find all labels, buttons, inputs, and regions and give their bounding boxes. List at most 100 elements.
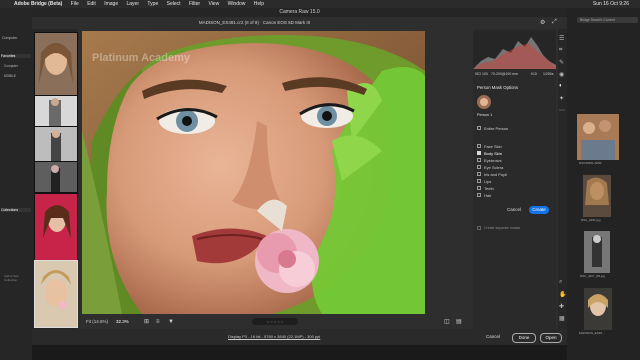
teeth-checkbox[interactable] (477, 186, 481, 190)
filmstrip-thumb-1[interactable] (34, 32, 78, 96)
person-mask-header: Person Mask Options (477, 85, 519, 90)
tool-strip: ☰ ⌗ ✎ ◉ ◐ ✦ ⋯ ⌕ ✋ ✚ ▦ (558, 29, 567, 329)
filmstrip-thumb-2[interactable] (34, 95, 78, 127)
histogram (473, 31, 556, 69)
histogram-iso: ISO 100 (475, 72, 488, 76)
filmstrip-thumb-4[interactable] (34, 161, 78, 193)
teeth-label: Teeth (484, 186, 494, 191)
menu-edit[interactable]: Edit (87, 0, 96, 8)
sort-icon[interactable]: ≡ (156, 316, 160, 328)
filmstrip-thumb-6-selected[interactable] (34, 260, 78, 328)
menu-filter[interactable]: Filter (189, 0, 200, 8)
bridge-thumb-2[interactable] (583, 175, 611, 217)
photo-canvas[interactable]: Platinum Academy (82, 31, 425, 314)
filter-icon[interactable]: ▼ (168, 316, 174, 328)
more-icon[interactable]: ⋯ (559, 107, 565, 114)
menu-clock: Sun 16 Oct 9:26 (592, 1, 629, 7)
eye-sclera-checkbox[interactable] (477, 165, 481, 169)
rating-stars[interactable]: ○ ○ ○ ○ ○ (252, 318, 298, 325)
app-menu[interactable]: Adobe Bridge (Beta) (14, 0, 62, 8)
hair-label: Hair (484, 193, 492, 198)
cancel-button[interactable]: Cancel (482, 333, 504, 341)
eyebrows-label: Eyebrows (484, 158, 502, 163)
before-after-icon[interactable]: ◫ (444, 316, 450, 328)
compare-icon[interactable]: ⊞ (144, 316, 149, 328)
iris-pupil-label: Iris and Pupil (484, 172, 508, 177)
cancel-mask-button[interactable]: Cancel (503, 206, 525, 214)
eye-sclera-label: Eye Sclera (484, 165, 504, 170)
mac-menu-bar: Adobe Bridge (Beta) File Edit Image Laye… (0, 0, 640, 8)
presets-icon[interactable]: ✦ (559, 95, 564, 102)
menu-view[interactable]: View (208, 0, 219, 8)
zoom-icon[interactable]: ⌕ (559, 279, 562, 286)
bridge-file-1: DSC06451.ARW (579, 161, 602, 165)
separate-masks-label: Create separate masks (484, 226, 521, 230)
heal-icon[interactable]: ✎ (559, 59, 564, 66)
zoom-level[interactable]: 32.3% (116, 316, 129, 328)
menu-layer[interactable]: Layer (127, 0, 140, 8)
lips-label: Lips (484, 179, 492, 184)
filmstrip-thumb-3[interactable] (34, 126, 78, 162)
bridge-thumb-1[interactable] (577, 114, 619, 160)
menu-help[interactable]: Help (254, 0, 264, 8)
fit-zoom-button[interactable]: Fit (14.5%) (86, 316, 108, 328)
bridge-file-2: DSC_0161.jpg (581, 218, 601, 222)
camera-raw-file-info: MADISON_ES481.cr2 (8 of 9) · Canon EOS 5… (198, 20, 311, 25)
gear-icon[interactable]: ⚙ (540, 19, 545, 26)
menu-window[interactable]: Window (228, 0, 246, 8)
histogram-shutter: 1/250s (543, 72, 554, 76)
watermark-text: Platinum Academy (92, 52, 191, 64)
body-skin-label: Body Skin (484, 151, 503, 156)
bridge-fav-computer[interactable]: Computer (4, 64, 18, 68)
bridge-tab-collections[interactable]: Collections (1, 208, 31, 212)
settings-toggle-icon[interactable]: ▤ (456, 316, 462, 328)
bridge-file-3: DSC_4117_ZR.jpg (580, 274, 605, 278)
fullscreen-icon[interactable]: ⤢ (552, 19, 557, 26)
bridge-search-input[interactable]: Bridge Search: Current (577, 17, 638, 23)
bridge-thumb-3[interactable] (584, 231, 610, 273)
redeye-icon[interactable]: ◉ (559, 71, 564, 78)
filmstrip-thumb-5[interactable] (34, 193, 78, 261)
mask-icon[interactable]: ◐ (559, 83, 563, 89)
face-skin-label: Face Skin (484, 144, 502, 149)
done-button[interactable]: Done (512, 333, 536, 343)
bridge-file-4: MADISON_ES48... (579, 331, 605, 335)
face-skin-checkbox[interactable] (477, 144, 481, 148)
portrait-image: Platinum Academy (82, 31, 425, 314)
person-avatar[interactable] (477, 95, 491, 109)
camera-raw-right-panel: ISO 100 70-200@190 mm f/10 1/250s Person… (473, 29, 556, 329)
open-button[interactable]: Open (540, 333, 562, 343)
hand-icon[interactable]: ✋ (559, 291, 566, 298)
camera-raw-title: Camera Raw 15.0 (32, 8, 567, 17)
eyebrows-checkbox[interactable] (477, 158, 481, 162)
menu-type[interactable]: Type (147, 0, 158, 8)
menu-select[interactable]: Select (167, 0, 181, 8)
iris-pupil-checkbox[interactable] (477, 172, 481, 176)
bridge-right-panel: Bridge Search: Current DSC06451.ARW DSC_… (567, 8, 640, 360)
bridge-tab-favorites[interactable]: Favorites (1, 54, 31, 58)
hair-checkbox[interactable] (477, 193, 481, 197)
entire-person-checkbox[interactable] (477, 126, 481, 130)
bridge-thumb-4[interactable] (584, 288, 612, 330)
bridge-left-panel: Computer Favorites Computer MOBILE Colle… (0, 8, 32, 360)
image-bottom-bar: Fit (14.5%) 32.3% ⊞ ≡ ▼ ○ ○ ○ ○ ○ ◫ ▤ (82, 316, 468, 328)
workflow-options-link[interactable]: Display P3 - 16 bit - 5760 x 3840 (22.1M… (228, 334, 320, 339)
menu-image[interactable]: Image (104, 0, 118, 8)
body-skin-checkbox[interactable] (477, 151, 481, 155)
separate-masks-checkbox[interactable] (477, 226, 481, 230)
bridge-add-collection-hint: Add a New Collection (4, 274, 19, 282)
person-label: Person 1 (477, 113, 493, 117)
crop-icon[interactable]: ⌗ (559, 47, 562, 54)
camera-raw-footer: Display P3 - 16 bit - 5760 x 3840 (22.1M… (32, 329, 567, 345)
entire-person-label: Entire Person (484, 126, 509, 131)
histogram-aperture: f/10 (531, 72, 537, 76)
menu-file[interactable]: File (71, 0, 79, 8)
grid-icon[interactable]: ▦ (559, 315, 565, 322)
sampler-icon[interactable]: ✚ (559, 303, 564, 310)
histogram-lens: 70-200@190 mm (491, 72, 519, 76)
create-mask-button[interactable]: Create (529, 206, 549, 214)
lips-checkbox[interactable] (477, 179, 481, 183)
bridge-fav-mobile[interactable]: MOBILE (4, 74, 16, 78)
edit-icon[interactable]: ☰ (559, 35, 564, 42)
bridge-computer-label[interactable]: Computer (2, 36, 17, 40)
